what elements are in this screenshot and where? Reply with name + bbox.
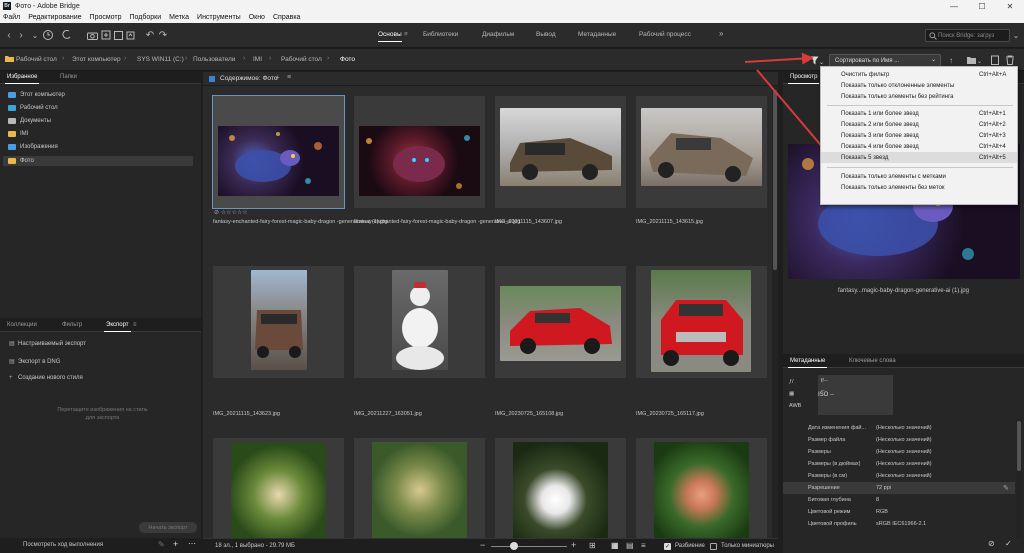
menu-item-5-stars[interactable]: Показать 5 звезд Ctrl+Alt+5 [821,152,1017,163]
menu-item-shortcut: Ctrl+Alt+2 [979,121,1006,128]
menu-item-shortcut: Ctrl+Alt+A [979,71,1007,78]
menu-item-label: Показать только отклоненные элементы [841,82,955,89]
menu-item-label: Показать 4 или более звезд [841,143,919,150]
menu-item-shortcut: Ctrl+Alt+1 [979,110,1006,117]
menu-item-label: Показать только элементы с метками [841,173,946,180]
menu-item-shortcut: Ctrl+Alt+3 [979,132,1006,139]
menu-item-rejected-only[interactable]: Показать только отклоненные элементы [821,80,1017,91]
menu-separator [827,105,1013,106]
menu-item-4-stars[interactable]: Показать 4 или более звезд Ctrl+Alt+4 [821,141,1017,152]
menu-item-label: Очистить фильтр [841,71,890,78]
menu-item-label: Показать 2 или более звезд [841,121,919,128]
menu-item-2-stars[interactable]: Показать 2 или более звезд Ctrl+Alt+2 [821,119,1017,130]
menu-item-label: Показать 5 звезд [841,154,889,161]
menu-item-shortcut: Ctrl+Alt+4 [979,143,1006,150]
menu-item-labeled-only[interactable]: Показать только элементы с метками [821,171,1017,182]
menu-item-label: Показать 3 или более звезд [841,132,919,139]
menu-item-3-stars[interactable]: Показать 3 или более звезд Ctrl+Alt+3 [821,130,1017,141]
menu-item-1-star[interactable]: Показать 1 или более звезд Ctrl+Alt+1 [821,108,1017,119]
menu-item-shortcut: Ctrl+Alt+5 [979,154,1006,161]
arrow-to-filter [744,52,814,65]
menu-item-clear-filter[interactable]: Очистить фильтр Ctrl+Alt+A [821,69,1017,80]
menu-item-unrated-only[interactable]: Показать только элементы без рейтинга [821,91,1017,102]
filter-menu: Очистить фильтр Ctrl+Alt+A Показать тольк… [820,66,1018,205]
bridge-window: { "window": {"title": "Фото - Adobe Brid… [0,0,1024,553]
menu-item-label: Показать только элементы без рейтинга [841,93,954,100]
menu-separator [827,167,1013,168]
menu-item-label: Показать 1 или более звезд [841,110,919,117]
menu-item-unlabeled-only[interactable]: Показать только элементы без меток [821,182,1017,193]
menu-item-label: Показать только элементы без меток [841,184,945,191]
